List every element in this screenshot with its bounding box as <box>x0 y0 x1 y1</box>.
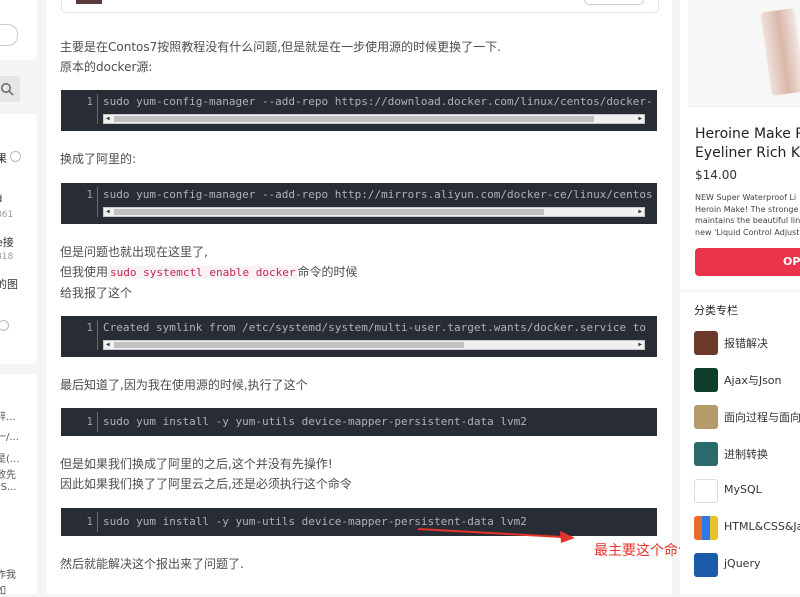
category-label[interactable]: jQuery <box>724 557 761 570</box>
ad-card[interactable]: Heroine Make P Eyeliner Rich Ke $14.00 N… <box>680 0 800 290</box>
category-thumb-icon <box>694 442 718 466</box>
right-sidebar: Heroine Make P Eyeliner Rich Ke $14.00 N… <box>680 0 800 594</box>
mysql-icon <box>694 479 718 503</box>
ad-description: NEW Super Waterproof Li Heroin Make! The… <box>695 192 800 238</box>
html-css-js-icon <box>694 516 718 540</box>
jquery-icon <box>694 553 718 577</box>
ad-desc-line: maintains the beautiful lin <box>695 216 800 225</box>
ad-open-label: OP <box>783 255 800 268</box>
category-card: 分类专栏 报错解决 Ajax与Json 面向过程与面向 进制转换 MySQL H… <box>680 292 800 594</box>
category-thumb-icon <box>694 405 718 429</box>
ad-image[interactable] <box>688 0 800 107</box>
ad-open-button[interactable]: OP <box>695 248 800 276</box>
ad-desc-line: NEW Super Waterproof Li <box>695 193 797 202</box>
category-label[interactable]: 报错解决 <box>724 335 768 351</box>
category-heading: 分类专栏 <box>694 304 738 317</box>
category-label[interactable]: 进制转换 <box>724 446 768 462</box>
category-thumb-icon <box>694 331 718 355</box>
category-label[interactable]: 面向过程与面向 <box>724 409 800 425</box>
product-image <box>760 8 800 96</box>
ad-desc-line: new 'Liquid Control Adjust <box>695 227 800 237</box>
ad-title[interactable]: Eyeliner Rich Ke <box>695 145 800 161</box>
category-label[interactable]: HTML&CSS&Ja <box>724 520 800 533</box>
ad-price: $14.00 <box>695 168 737 182</box>
category-thumb-icon <box>694 368 718 392</box>
category-label[interactable]: Ajax与Json <box>724 372 782 388</box>
ad-desc-line: Heroin Make! The stronge <box>695 204 799 214</box>
annotation-text: 最主要这个命令 <box>594 543 692 559</box>
ad-title[interactable]: Heroine Make P <box>695 126 800 142</box>
category-label[interactable]: MySQL <box>724 483 762 496</box>
